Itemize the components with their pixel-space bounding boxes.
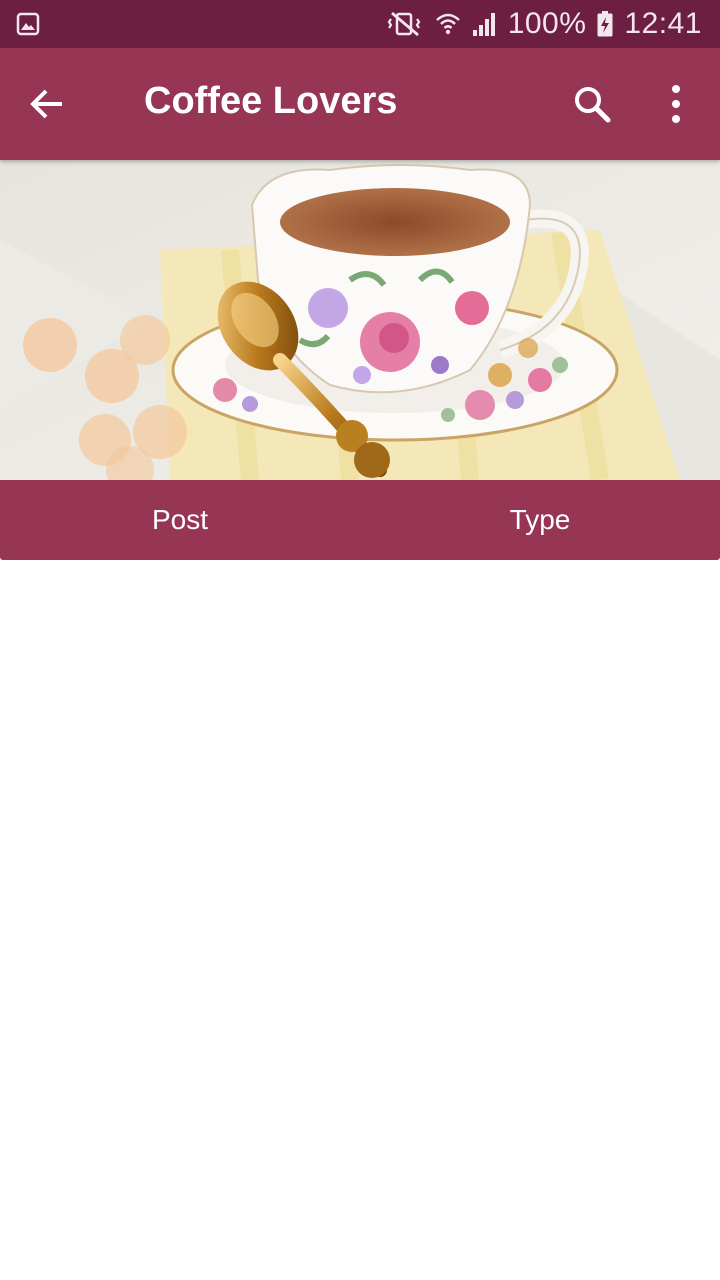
mute-vibrate-icon [387,11,421,37]
header-image [0,160,720,480]
signal-icon [472,13,495,36]
tab-post-label: Post [151,504,209,535]
back-arrow-icon[interactable] [26,82,70,126]
battery-charging-icon [597,11,613,37]
gallery-icon [16,12,40,36]
status-bar: 100% 12:41 [0,0,720,48]
page-title: Coffee Lovers [144,80,398,122]
battery-percentage: 100% [507,7,587,40]
more-vert-icon[interactable] [656,82,696,126]
tab-post[interactable]: Post [0,480,360,560]
wifi-icon [435,13,460,35]
tab-type[interactable]: Type [360,480,720,560]
tab-bar: Post Type [0,480,720,560]
search-icon[interactable] [570,82,614,126]
app-bar: Coffee Lovers [0,48,720,160]
clock: 12:41 [624,7,702,40]
teacup-illustration [0,160,720,480]
tab-type-label: Type [509,504,571,535]
tab-content-area [0,560,720,1280]
